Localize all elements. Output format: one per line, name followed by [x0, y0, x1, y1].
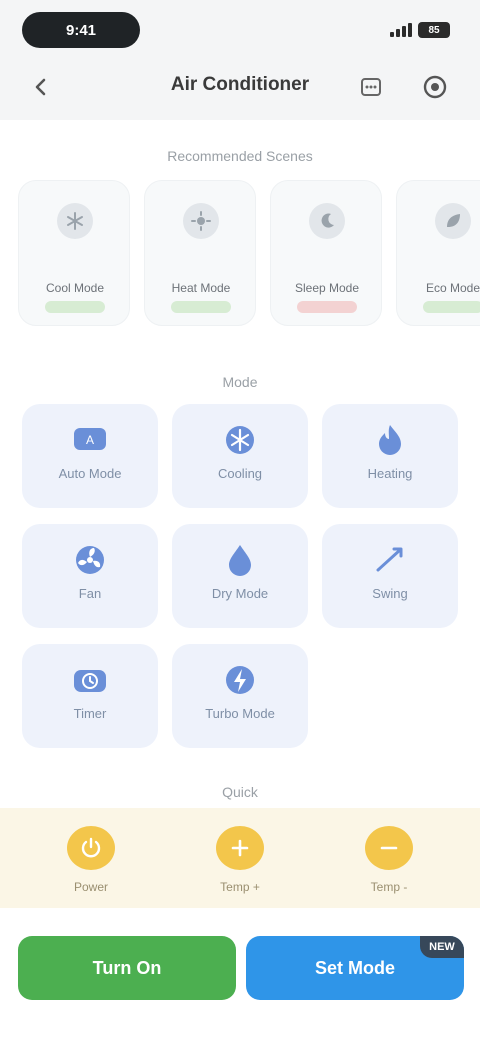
- scene-list: Cool Mode Heat Mode Sleep Mode Eco Mode: [18, 180, 480, 330]
- scene-name: Cool Mode: [45, 281, 105, 295]
- quick-item[interactable]: Power: [26, 816, 156, 904]
- device-name: Heating: [367, 466, 413, 481]
- sun-icon: [183, 203, 219, 239]
- quick-name: Power: [73, 880, 108, 894]
- timer-icon: [68, 660, 112, 700]
- fan-icon: [68, 540, 112, 580]
- scene-name: Eco Mode: [425, 281, 480, 295]
- device-tile[interactable]: Heating: [322, 404, 458, 508]
- status-icons: 85: [390, 20, 450, 40]
- device-name: Fan: [78, 586, 102, 601]
- device-name: Turbo Mode: [205, 706, 275, 721]
- device-tile[interactable]: Turbo Mode: [172, 644, 308, 748]
- device-tile[interactable]: Timer: [22, 644, 158, 748]
- device-tile[interactable]: Fan: [22, 524, 158, 628]
- target-icon[interactable]: [420, 72, 450, 102]
- device-name: Dry Mode: [211, 586, 269, 601]
- auto-icon: A: [68, 420, 112, 460]
- device-tile[interactable]: Swing: [322, 524, 458, 628]
- set-mode-label: Set Mode: [314, 957, 395, 978]
- scene-accent: [45, 301, 105, 313]
- swing-icon: [368, 540, 412, 580]
- device-tile[interactable]: A Auto Mode: [22, 404, 158, 508]
- scene-accent: [423, 301, 480, 313]
- page-title: Air Conditioner: [170, 74, 310, 95]
- snowflake-icon: [218, 420, 262, 460]
- quick-item[interactable]: Temp +: [175, 816, 305, 904]
- scene-name: Sleep Mode: [294, 281, 360, 295]
- set-mode-button[interactable]: Set Mode NEW: [246, 936, 464, 1000]
- power-icon: [67, 826, 115, 870]
- status-bar: 9:41 85: [0, 0, 480, 56]
- scenes-header: Recommended Scenes: [167, 148, 313, 164]
- scene-card[interactable]: Eco Mode: [396, 180, 480, 326]
- turn-on-button[interactable]: Turn On: [18, 936, 236, 1000]
- back-arrow-icon[interactable]: [28, 74, 54, 100]
- scene-accent: [171, 301, 231, 313]
- device-name: Auto Mode: [58, 466, 122, 481]
- quick-name: Temp -: [370, 880, 408, 894]
- snowflake-icon: [57, 203, 93, 239]
- quick-name: Temp +: [220, 880, 260, 894]
- plus-icon: [216, 826, 264, 870]
- scene-card[interactable]: Heat Mode: [144, 180, 256, 326]
- scene-card[interactable]: Sleep Mode: [270, 180, 382, 326]
- device-name: Cooling: [217, 466, 263, 481]
- moon-icon: [309, 203, 345, 239]
- new-badge: NEW: [420, 936, 464, 958]
- device-name: Timer: [73, 706, 107, 721]
- quick-item[interactable]: Temp -: [324, 816, 454, 904]
- devices-header: Mode: [222, 374, 258, 390]
- flame-icon: [368, 420, 412, 460]
- scene-accent: [297, 301, 357, 313]
- turbo-icon: [218, 660, 262, 700]
- svg-text:A: A: [86, 433, 94, 447]
- battery-icon: 85: [418, 22, 450, 38]
- device-tile[interactable]: Dry Mode: [172, 524, 308, 628]
- scene-card[interactable]: Cool Mode: [18, 180, 130, 326]
- leaf-icon: [435, 203, 471, 239]
- droplet-icon: [218, 540, 262, 580]
- scene-name: Heat Mode: [171, 281, 231, 295]
- quick-actions: Power Temp + Temp -: [0, 808, 480, 908]
- quick-header: Quick: [222, 784, 258, 800]
- more-icon[interactable]: [356, 72, 386, 102]
- status-time: 9:41: [22, 12, 140, 48]
- nav-bar: Air Conditioner: [0, 56, 480, 120]
- device-tile[interactable]: Cooling: [172, 404, 308, 508]
- device-name: Swing: [372, 586, 408, 601]
- minus-icon: [365, 826, 413, 870]
- signal-icon: [390, 23, 412, 37]
